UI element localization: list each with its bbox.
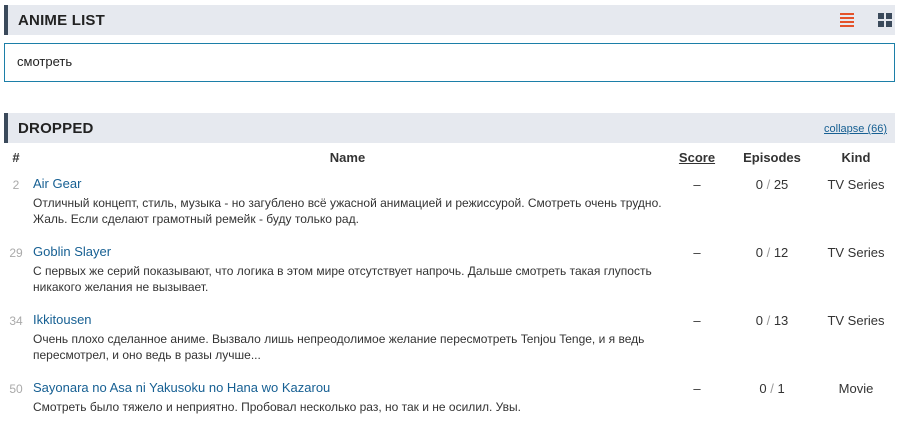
table-row: 2 Air Gear Отличный концепт, стиль, музы…: [4, 167, 895, 235]
episodes-watched[interactable]: 0: [759, 381, 766, 396]
anime-title-link[interactable]: Air Gear: [33, 176, 667, 192]
kind-value: TV Series: [827, 313, 885, 328]
anime-title-link[interactable]: Sayonara no Asa ni Yakusoku no Hana wo K…: [33, 380, 667, 396]
name-cell: Air Gear Отличный концепт, стиль, музыка…: [28, 167, 667, 235]
episodes-cell: 0 / 12: [727, 235, 817, 303]
episodes-total: 25: [773, 177, 789, 192]
column-header-name: Name: [329, 149, 366, 165]
section-title: DROPPED: [18, 120, 94, 137]
episodes-total: 12: [773, 245, 789, 260]
dropped-header: DROPPED collapse (66): [4, 113, 895, 143]
episodes-cell: 0 / 1: [727, 371, 817, 439]
anime-comment: Смотреть было тяжело и неприятно. Пробов…: [33, 400, 521, 414]
column-header-score[interactable]: Score: [667, 147, 727, 167]
episodes-total: 1: [777, 381, 785, 396]
row-number: 34: [9, 314, 23, 328]
row-number: 29: [9, 246, 23, 260]
grid-icon[interactable]: [878, 13, 892, 27]
anime-list-header: ANIME LIST: [4, 5, 895, 35]
collapse-link[interactable]: collapse (66): [824, 123, 887, 135]
name-cell: Goblin Slayer С первых же серий показыва…: [28, 235, 667, 303]
kind-value: Movie: [838, 381, 874, 396]
episodes-separator: /: [766, 177, 771, 192]
anime-comment: Очень плохо сделанное аниме. Вызвало лиш…: [33, 332, 645, 362]
episodes-watched[interactable]: 0: [756, 245, 763, 260]
table-row: 34 Ikkitousen Очень плохо сделанное аним…: [4, 303, 895, 371]
search-input[interactable]: [17, 54, 877, 69]
score-value[interactable]: –: [667, 303, 727, 371]
anime-comment: Отличный концепт, стиль, музыка - но заг…: [33, 196, 662, 226]
episodes-total: 13: [773, 313, 789, 328]
score-value[interactable]: –: [667, 235, 727, 303]
episodes-separator: /: [766, 245, 771, 260]
anime-title-link[interactable]: Goblin Slayer: [33, 244, 667, 260]
column-header-number: #: [12, 149, 20, 165]
row-number: 50: [9, 382, 23, 396]
column-header-episodes: Episodes: [743, 149, 801, 165]
score-value[interactable]: –: [667, 167, 727, 235]
kind-value: TV Series: [827, 245, 885, 260]
table-row: 29 Goblin Slayer С первых же серий показ…: [4, 235, 895, 303]
anime-table: # Name Score Episodes Kind 2 Air Gear От…: [4, 147, 895, 439]
episodes-watched[interactable]: 0: [756, 313, 763, 328]
kind-value: TV Series: [827, 177, 885, 192]
list-icon[interactable]: [840, 13, 854, 27]
section-title: ANIME LIST: [18, 12, 105, 29]
row-number: 2: [12, 178, 20, 192]
episodes-separator: /: [766, 313, 771, 328]
search-box[interactable]: [4, 43, 895, 82]
table-row: 50 Sayonara no Asa ni Yakusoku no Hana w…: [4, 371, 895, 439]
name-cell: Sayonara no Asa ni Yakusoku no Hana wo K…: [28, 371, 667, 439]
anime-title-link[interactable]: Ikkitousen: [33, 312, 667, 328]
score-value[interactable]: –: [667, 371, 727, 439]
column-header-kind: Kind: [841, 149, 871, 165]
name-cell: Ikkitousen Очень плохо сделанное аниме. …: [28, 303, 667, 371]
episodes-watched[interactable]: 0: [756, 177, 763, 192]
episodes-separator: /: [770, 381, 774, 396]
episodes-cell: 0 / 13: [727, 303, 817, 371]
episodes-cell: 0 / 25: [727, 167, 817, 235]
anime-comment: С первых же серий показывают, что логика…: [33, 264, 652, 294]
table-header-row: # Name Score Episodes Kind: [4, 147, 895, 167]
